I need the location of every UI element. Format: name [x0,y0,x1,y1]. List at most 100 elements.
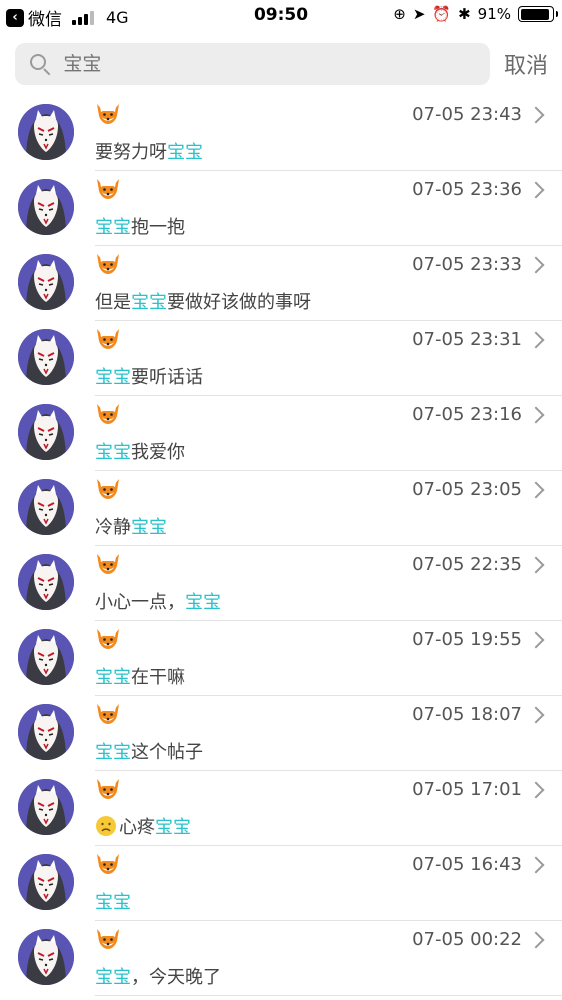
avatar[interactable] [18,479,74,535]
search-box[interactable] [15,43,490,85]
keyword-highlight: 宝宝 [95,742,131,763]
message-snippet: 小心一点，宝宝 [95,588,221,614]
keyword-highlight: 宝宝 [95,442,131,463]
message-text: 小心一点， [95,592,185,613]
chevron-right-icon [527,706,545,724]
message-time: 07-05 23:33 [412,254,522,275]
fox-emoji-icon [95,102,121,126]
chevron-right-icon [527,631,545,649]
sad-face-emoji-icon [95,815,117,837]
avatar[interactable] [18,854,74,910]
result-item[interactable]: 07-05 23:36 宝宝抱一抱 [0,171,562,246]
fox-emoji-icon [95,252,121,276]
result-item[interactable]: 07-05 23:33 但是宝宝要做好该做的事呀 [0,246,562,321]
keyword-highlight: 宝宝 [131,517,167,538]
message-text: ，今天晚了 [131,967,221,988]
fox-emoji-icon [95,702,121,726]
message-snippet: 宝宝要听话话 [95,363,203,389]
chevron-right-icon [527,256,545,274]
message-time: 07-05 23:05 [412,479,522,500]
result-item[interactable]: 07-05 23:43 要努力呀宝宝 [0,96,562,171]
result-item[interactable]: 07-05 23:31 宝宝要听话话 [0,321,562,396]
result-item[interactable]: 07-05 23:05 冷静宝宝 [0,471,562,546]
orientation-lock-icon: ⊕ [393,5,406,23]
message-text: 要努力呀 [95,142,167,163]
avatar[interactable] [18,179,74,235]
fox-emoji-icon [95,777,121,801]
keyword-highlight: 宝宝 [131,292,167,313]
message-time: 07-05 18:07 [412,704,522,725]
chevron-right-icon [527,931,545,949]
fox-emoji-icon [95,627,121,651]
keyword-highlight: 宝宝 [167,142,203,163]
search-icon [29,53,51,76]
fox-emoji-icon [95,852,121,876]
avatar[interactable] [18,254,74,310]
message-time: 07-05 17:01 [412,779,522,800]
chevron-right-icon [527,856,545,874]
fox-emoji-icon [95,402,121,426]
message-snippet: 宝宝我爱你 [95,438,185,464]
message-time: 07-05 00:22 [412,929,522,950]
keyword-highlight: 宝宝 [95,967,131,988]
avatar[interactable] [18,404,74,460]
cancel-button[interactable]: 取消 [504,48,548,80]
message-text: 我爱你 [131,442,185,463]
message-text: 要听话话 [131,367,203,388]
message-time: 07-05 16:43 [412,854,522,875]
message-time: 07-05 22:35 [412,554,522,575]
chevron-right-icon [527,106,545,124]
chevron-right-icon [527,331,545,349]
keyword-highlight: 宝宝 [95,367,131,388]
fox-emoji-icon [95,552,121,576]
search-input[interactable] [63,53,476,75]
message-text: 心疼 [119,817,155,838]
battery-percent: 91% [477,5,511,23]
message-text: 抱一抱 [131,217,185,238]
message-time: 07-05 23:43 [412,104,522,125]
result-item[interactable]: 07-05 22:35 小心一点，宝宝 [0,546,562,621]
message-snippet: 宝宝 [95,888,131,914]
chevron-right-icon [527,406,545,424]
avatar[interactable] [18,629,74,685]
result-item[interactable]: 07-05 23:16 宝宝我爱你 [0,396,562,471]
avatar[interactable] [18,704,74,760]
avatar[interactable] [18,329,74,385]
fox-emoji-icon [95,177,121,201]
message-text: 要做好该做的事呀 [167,292,311,313]
alarm-icon: ⏰ [432,5,452,23]
message-text: 这个帖子 [131,742,203,763]
fox-emoji-icon [95,327,121,351]
keyword-highlight: 宝宝 [95,667,131,688]
message-time: 07-05 23:36 [412,179,522,200]
status-right: ⊕ ➤ ⏰ ✱ 91% [393,5,558,23]
message-snippet: 心疼宝宝 [95,813,191,839]
message-snippet: 要努力呀宝宝 [95,138,203,164]
avatar[interactable] [18,104,74,160]
keyword-highlight: 宝宝 [95,892,131,913]
chevron-right-icon [527,556,545,574]
chevron-right-icon [527,781,545,799]
bluetooth-icon: ✱ [458,5,471,23]
message-time: 07-05 23:16 [412,404,522,425]
fox-emoji-icon [95,927,121,951]
message-time: 07-05 19:55 [412,629,522,650]
result-item[interactable]: 07-05 16:43 宝宝 [0,846,562,921]
message-snippet: 宝宝抱一抱 [95,213,185,239]
result-list: 07-05 23:43 要努力呀宝宝 07-05 23:36 宝宝抱一抱 07-05… [0,96,562,996]
result-item[interactable]: 07-05 17:01 心疼宝宝 [0,771,562,846]
result-item[interactable]: 07-05 19:55 宝宝在干嘛 [0,621,562,696]
status-bar: ‹ 微信 4G 09:50 ⊕ ➤ ⏰ ✱ 91% [0,0,562,32]
message-time: 07-05 23:31 [412,329,522,350]
result-item[interactable]: 07-05 18:07 宝宝这个帖子 [0,696,562,771]
avatar[interactable] [18,779,74,835]
message-text: 但是 [95,292,131,313]
chevron-right-icon [527,481,545,499]
keyword-highlight: 宝宝 [155,817,191,838]
keyword-highlight: 宝宝 [95,217,131,238]
chevron-right-icon [527,181,545,199]
message-snippet: 宝宝这个帖子 [95,738,203,764]
avatar[interactable] [18,554,74,610]
result-item[interactable]: 07-05 00:22 宝宝，今天晚了 [0,921,562,996]
avatar[interactable] [18,929,74,985]
